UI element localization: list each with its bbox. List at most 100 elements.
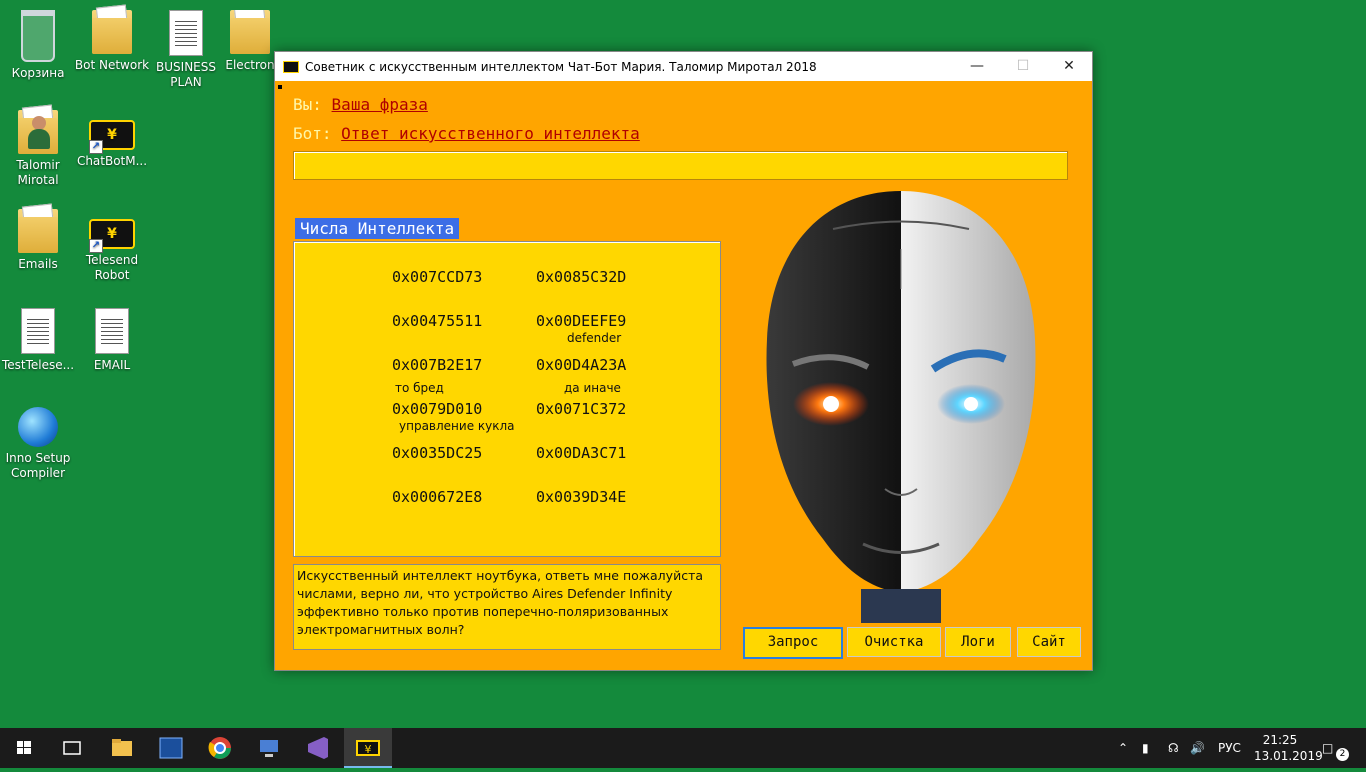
- show-hidden-icons[interactable]: ⌃: [1118, 728, 1128, 768]
- request-button[interactable]: Запрос: [743, 627, 843, 659]
- app-icon: [283, 60, 299, 73]
- minimize-button[interactable]: —: [954, 52, 1000, 81]
- hex-value: 0x0039D34E: [536, 488, 627, 506]
- logs-button[interactable]: Логи: [945, 627, 1011, 657]
- taskbar-network-app[interactable]: [245, 728, 293, 768]
- clock-time: 21:25: [1262, 733, 1298, 747]
- document-icon: [95, 308, 129, 354]
- phrase-input[interactable]: [293, 151, 1068, 180]
- folder-icon: [230, 10, 270, 54]
- note-defender: defender: [567, 331, 622, 345]
- desktop-icon-label: Emails: [18, 257, 58, 271]
- taskbar-chrome[interactable]: [196, 728, 244, 768]
- task-view-button[interactable]: [48, 728, 96, 768]
- site-button[interactable]: Сайт: [1017, 627, 1081, 657]
- battery-icon[interactable]: ▮: [1142, 728, 1149, 768]
- clock-date: 13.01.2019: [1254, 749, 1323, 763]
- desktop-icon-talomir-mirotal[interactable]: Talomir Mirotal: [0, 110, 76, 188]
- hex-value: 0x00DA3C71: [536, 444, 627, 462]
- volume-icon[interactable]: 🔊: [1190, 728, 1205, 768]
- task-view-icon: [63, 741, 81, 755]
- robot-face-image: [753, 189, 1049, 623]
- visual-studio-icon: [308, 737, 328, 759]
- desktop-icon-label: Bot Network: [74, 58, 150, 72]
- desktop-icon-label: Electron: [225, 58, 275, 72]
- bot-answer-line: Бот: Ответ искусственного интеллекта: [293, 124, 640, 143]
- bot-label: Бот:: [293, 124, 332, 143]
- document-icon: [169, 10, 203, 56]
- desktop-icon-testtelesend[interactable]: TestTelese...: [0, 308, 76, 373]
- window-title: Советник с искусственным интеллектом Чат…: [305, 59, 817, 74]
- hex-value: 0x0071C372: [536, 400, 627, 418]
- hex-value: 0x007CCD73: [392, 268, 483, 286]
- note-otherwise: да иначе: [564, 381, 621, 395]
- user-label: Вы:: [293, 95, 322, 114]
- user-phrase-line: Вы: Ваша фраза: [293, 95, 428, 114]
- taskbar-app-1[interactable]: [147, 728, 195, 768]
- close-button[interactable]: ✕: [1046, 52, 1092, 81]
- taskbar: ¥ ⌃ ▮ ☊ 🔊 РУС 21:25 13.01.2019 □ 2: [0, 728, 1366, 768]
- desktop-icon-recycle-bin[interactable]: Корзина: [0, 10, 76, 81]
- desktop-icon-label: Talomir Mirotal: [16, 158, 60, 187]
- maximize-button: ☐: [1016, 58, 1030, 74]
- language-indicator[interactable]: РУС: [1218, 728, 1241, 768]
- window-titlebar[interactable]: Советник с искусственным интеллектом Чат…: [275, 52, 1092, 81]
- taskbar-chatbot[interactable]: ¥: [344, 728, 392, 768]
- intellect-numbers-title: Числа Интеллекта: [295, 218, 460, 239]
- chatbot-icon: ¥: [356, 740, 380, 756]
- hex-value: 0x00D4A23A: [536, 356, 627, 374]
- chatbot-shortcut-icon: ¥ ↗: [89, 120, 135, 154]
- clock[interactable]: 21:25 13.01.2019: [1254, 728, 1323, 772]
- hex-value: 0x00475511: [392, 312, 483, 330]
- bot-answer-link[interactable]: Ответ искусственного интеллекта: [341, 124, 640, 143]
- clear-button[interactable]: Очистка: [847, 627, 941, 657]
- file-explorer-icon: [112, 739, 132, 756]
- desktop-icon-emails[interactable]: Emails: [0, 209, 76, 272]
- desktop-icon-telesend-robot[interactable]: ¥ ↗ Telesend Robot: [74, 209, 150, 283]
- note-control: управление кукла: [399, 419, 515, 433]
- desktop-icon-business-plan[interactable]: BUSINESS PLAN: [148, 10, 224, 90]
- chatbot-shortcut-icon: ¥ ↗: [89, 219, 135, 253]
- desktop-icon-label: ChatBotM...: [76, 154, 148, 168]
- hex-value: 0x007B2E17: [392, 356, 483, 374]
- desktop-icon-label: Telesend Robot: [85, 253, 139, 282]
- hex-value: 0x000672E8: [392, 488, 483, 506]
- desktop-icon-label: TestTelese...: [1, 358, 75, 372]
- chatbot-window: Советник с искусственным интеллектом Чат…: [274, 51, 1093, 671]
- wifi-icon[interactable]: ☊: [1168, 728, 1179, 768]
- recycle-bin-icon: [21, 10, 55, 62]
- hex-value: 0x00DEEFE9: [536, 312, 627, 330]
- app-window-icon: [159, 737, 183, 759]
- desktop-icon-label: Inno Setup Compiler: [5, 451, 71, 480]
- action-center-button[interactable]: □ 2: [1322, 728, 1352, 768]
- desktop-icon-label: BUSINESS PLAN: [156, 60, 216, 89]
- note-nonsense: то бред: [395, 381, 444, 395]
- desktop-icon-label: Корзина: [11, 66, 65, 80]
- taskbar-explorer[interactable]: [98, 728, 146, 768]
- desktop-icon-chatbot[interactable]: ¥ ↗ ChatBotM...: [74, 110, 150, 169]
- notifications-icon: □: [1322, 741, 1334, 755]
- marker-dot: [278, 85, 282, 89]
- user-folder-icon: [18, 110, 58, 154]
- folder-icon: [92, 10, 132, 54]
- desktop-icon-bot-network[interactable]: Bot Network: [74, 10, 150, 73]
- folder-icon: [18, 209, 58, 253]
- desktop-icon-electron[interactable]: Electron: [222, 10, 278, 73]
- taskbar-visual-studio[interactable]: [294, 728, 342, 768]
- hex-value: 0x0079D010: [392, 400, 483, 418]
- text-file-icon: [21, 308, 55, 354]
- user-phrase-link[interactable]: Ваша фраза: [332, 95, 428, 114]
- desktop-icon-inno-setup[interactable]: Inno Setup Compiler: [0, 407, 76, 481]
- desktop-icon-email[interactable]: EMAIL: [74, 308, 150, 373]
- question-textarea[interactable]: Искусственный интеллект ноутбука, ответь…: [293, 564, 721, 650]
- intellect-numbers-panel: 0x007CCD73 0x0085C32D 0x00475511 0x00DEE…: [293, 241, 721, 557]
- inno-setup-icon: [18, 407, 58, 447]
- svg-text:¥: ¥: [365, 743, 372, 756]
- network-computer-icon: [260, 740, 278, 757]
- windows-logo-icon: [17, 741, 31, 754]
- start-button[interactable]: [0, 728, 48, 768]
- desktop-icon-label: EMAIL: [93, 358, 131, 372]
- notification-count-badge: 2: [1336, 748, 1349, 761]
- hex-value: 0x0085C32D: [536, 268, 627, 286]
- hex-value: 0x0035DC25: [392, 444, 483, 462]
